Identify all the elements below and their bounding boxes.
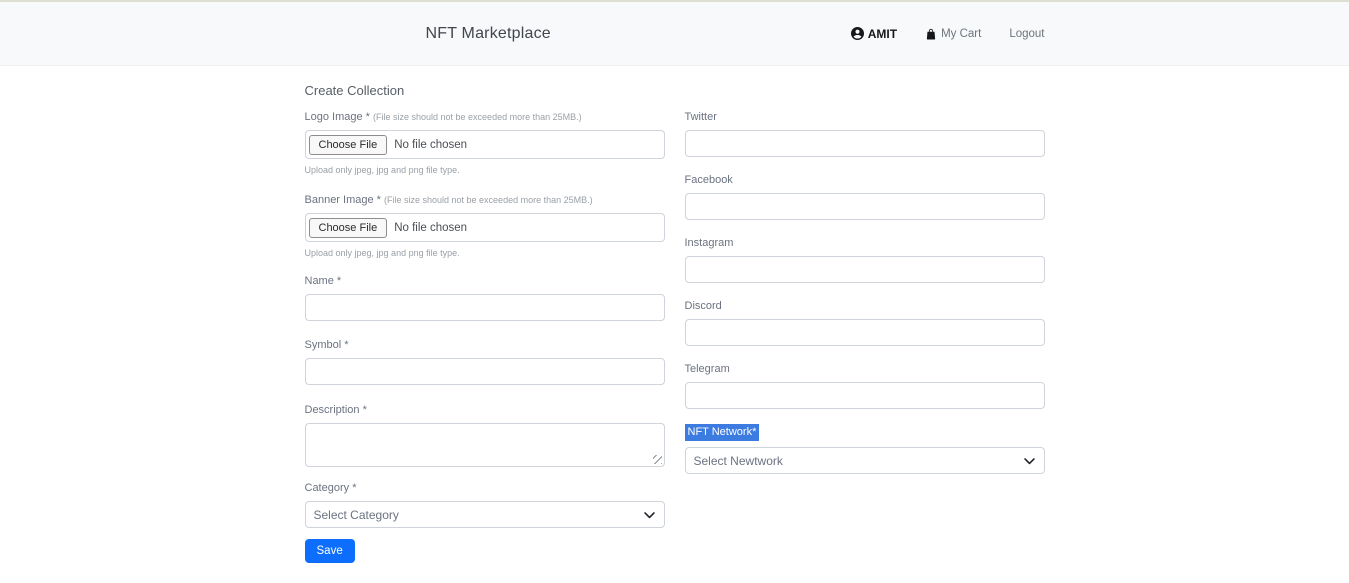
- logout-label: Logout: [1009, 28, 1044, 40]
- description-textarea-wrap: [305, 423, 665, 467]
- banner-file-input[interactable]: Choose File No file chosen: [305, 213, 665, 242]
- logout-link[interactable]: Logout: [1009, 28, 1044, 40]
- nft-network-group: NFT Network* Select Newtwork: [685, 422, 1045, 474]
- instagram-label: Instagram: [685, 237, 1045, 249]
- network-select-wrap: Select Newtwork: [685, 447, 1045, 474]
- description-label: Description *: [305, 404, 665, 416]
- my-cart-label: My Cart: [941, 28, 981, 40]
- banner-image-size-note: (File size should not be exceeded more t…: [384, 195, 593, 205]
- name-label: Name *: [305, 275, 665, 287]
- header-inner: NFT Marketplace AMIT My Cart Logout: [305, 2, 1045, 65]
- logo-file-input[interactable]: Choose File No file chosen: [305, 130, 665, 159]
- twitter-label: Twitter: [685, 111, 1045, 123]
- logo-image-label-text: Logo Image *: [305, 111, 370, 123]
- logo-file-status: No file chosen: [394, 139, 467, 151]
- form-left-column: Logo Image * (File size should not be ex…: [305, 111, 665, 563]
- category-select-wrap: Select Category: [305, 501, 665, 528]
- nft-network-label: NFT Network*: [685, 424, 760, 441]
- description-textarea[interactable]: [305, 423, 665, 467]
- banner-file-helper: Upload only jpeg, jpg and png file type.: [305, 248, 665, 258]
- bag-icon: [925, 28, 937, 40]
- page-title: Create Collection: [305, 83, 1045, 98]
- create-collection-page: Create Collection Logo Image * (File siz…: [305, 66, 1045, 563]
- name-group: Name *: [305, 275, 665, 321]
- facebook-input[interactable]: [685, 193, 1045, 220]
- user-menu[interactable]: AMIT: [851, 27, 897, 41]
- facebook-label: Facebook: [685, 174, 1045, 186]
- instagram-input[interactable]: [685, 256, 1045, 283]
- user-name-label: AMIT: [868, 27, 897, 41]
- discord-group: Discord: [685, 300, 1045, 346]
- symbol-group: Symbol *: [305, 339, 665, 385]
- resize-handle-icon[interactable]: [653, 455, 662, 464]
- telegram-label: Telegram: [685, 363, 1045, 375]
- logo-choose-file-button[interactable]: Choose File: [309, 135, 388, 155]
- twitter-group: Twitter: [685, 111, 1045, 157]
- logo-file-helper: Upload only jpeg, jpg and png file type.: [305, 165, 665, 175]
- banner-file-status: No file chosen: [394, 222, 467, 234]
- category-group: Category * Select Category: [305, 482, 665, 528]
- description-group: Description *: [305, 404, 665, 467]
- person-circle-icon: [851, 27, 864, 40]
- symbol-label: Symbol *: [305, 339, 665, 351]
- facebook-group: Facebook: [685, 174, 1045, 220]
- banner-image-group: Banner Image * (File size should not be …: [305, 194, 665, 258]
- form-right-column: Twitter Facebook Instagram Discord Teleg…: [685, 111, 1045, 474]
- name-input[interactable]: [305, 294, 665, 321]
- instagram-group: Instagram: [685, 237, 1045, 283]
- category-select[interactable]: Select Category: [305, 501, 665, 528]
- category-label: Category *: [305, 482, 665, 494]
- header-nav: AMIT My Cart Logout: [851, 27, 1045, 41]
- logo-image-size-note: (File size should not be exceeded more t…: [373, 112, 582, 122]
- discord-label: Discord: [685, 300, 1045, 312]
- telegram-group: Telegram: [685, 363, 1045, 409]
- form-columns: Logo Image * (File size should not be ex…: [305, 111, 1045, 563]
- banner-image-label: Banner Image * (File size should not be …: [305, 194, 665, 206]
- symbol-input[interactable]: [305, 358, 665, 385]
- twitter-input[interactable]: [685, 130, 1045, 157]
- banner-choose-file-button[interactable]: Choose File: [309, 218, 388, 238]
- discord-input[interactable]: [685, 319, 1045, 346]
- telegram-input[interactable]: [685, 382, 1045, 409]
- banner-image-label-text: Banner Image *: [305, 194, 381, 206]
- network-select[interactable]: Select Newtwork: [685, 447, 1045, 474]
- logo-image-group: Logo Image * (File size should not be ex…: [305, 111, 665, 175]
- logo-image-label: Logo Image * (File size should not be ex…: [305, 111, 665, 123]
- brand-title: NFT Marketplace: [426, 25, 551, 43]
- header: NFT Marketplace AMIT My Cart Logout: [0, 0, 1349, 66]
- my-cart-link[interactable]: My Cart: [925, 28, 981, 40]
- save-button[interactable]: Save: [305, 539, 355, 563]
